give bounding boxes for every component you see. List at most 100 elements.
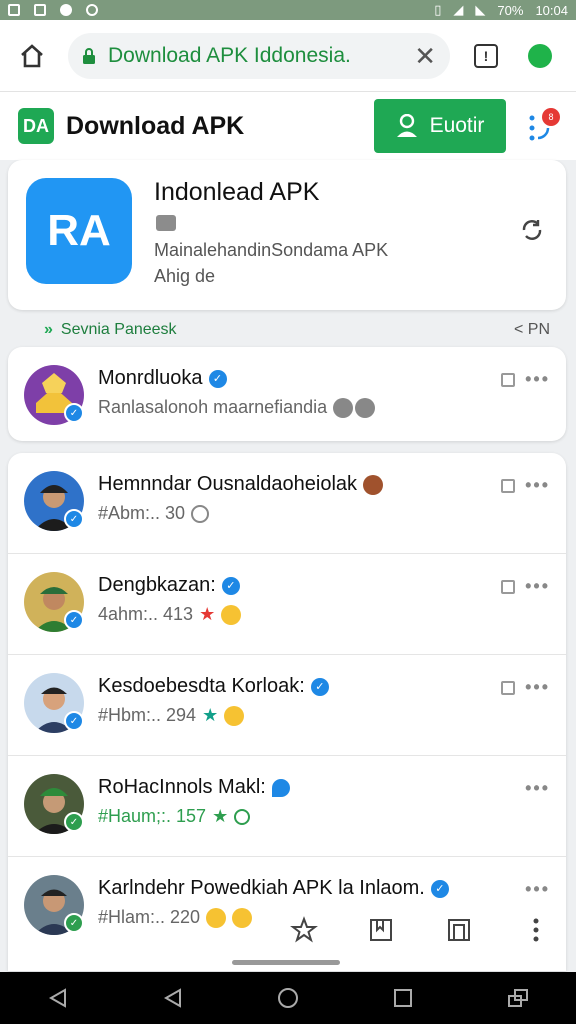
battery-level: 70% (497, 2, 524, 18)
section-title[interactable]: Sevnia Paneesk (61, 321, 177, 339)
item-meta-row: 4ahm:.. 413 ★ (98, 604, 242, 625)
profile-button[interactable] (528, 43, 552, 68)
item-meta-row: #Haum;:. 157 ★ (98, 806, 251, 827)
verified-icon: ✓ (430, 879, 449, 898)
notifications-button[interactable]: 8 (522, 106, 562, 146)
list-item-card[interactable]: ✓ Monrdluoka ✓ Ranlasalonoh maarnefiandi… (8, 347, 566, 441)
vibrate-icon: ▯ (434, 2, 442, 17)
list-item[interactable]: ✓ Dengbkazan: ✓ 4ahm:.. 413 ★ ••• (8, 554, 566, 655)
status-bar: ▯ ◢ ◣ 70% 10:04 (0, 0, 576, 20)
verified-badge-icon: ✓ (64, 610, 84, 630)
emoji-icon (206, 907, 227, 928)
item-name: Dengbkazan: (98, 574, 216, 596)
item-name: RoHacInnols Makl: (98, 776, 266, 798)
item-name-row: Dengbkazan: ✓ (98, 574, 240, 597)
verified-badge-icon: ✓ (64, 812, 84, 832)
tab-outline-icon[interactable] (445, 916, 473, 944)
app-icon (60, 4, 72, 16)
more-icon[interactable]: ••• (525, 778, 550, 799)
bookmark-icon[interactable] (501, 372, 516, 387)
more-icon[interactable]: ••• (525, 677, 550, 698)
item-name: Hemnndar Ousnaldaoheiolak (98, 473, 358, 495)
item-meta: 4ahm:.. 413 (98, 604, 194, 624)
home-button[interactable] (12, 36, 52, 76)
switch-app-icon[interactable] (505, 985, 531, 1011)
list-item[interactable]: ✓ RoHacInnols Makl: #Haum;:. 157 ★ ••• (8, 756, 566, 857)
overflow-menu-icon[interactable] (522, 916, 550, 944)
list-item[interactable]: ✓ Monrdluoka ✓ Ranlasalonoh maarnefiandi… (8, 347, 566, 441)
item-actions: ••• (501, 677, 550, 698)
star-icon: ★ (199, 604, 216, 624)
featured-app-icon: RA (26, 178, 132, 284)
item-meta-row: #Hlam:.. 220 (98, 907, 253, 928)
recents-icon[interactable] (390, 985, 416, 1011)
info-icon (191, 504, 210, 523)
item-meta: #Abm:.. 30 (98, 503, 186, 523)
drop-icon (271, 778, 290, 797)
featured-subtitle: Ahig de (154, 266, 216, 286)
verified-icon: ✓ (208, 369, 227, 388)
bottom-toolbar (270, 910, 570, 950)
login-label: Euotir (429, 114, 485, 137)
list-item[interactable]: ✓ Hemnndar Ousnaldaoheiolak #Abm:.. 30 •… (8, 453, 566, 554)
more-icon[interactable]: ••• (525, 879, 550, 900)
item-meta: #Hbm:.. 294 (98, 705, 197, 725)
app-header: DA Download APK Euotir 8 (0, 92, 576, 160)
item-name-row: Kesdoebesdta Korloak: ✓ (98, 675, 329, 698)
brand-logo[interactable]: DA (18, 108, 54, 144)
back-icon[interactable] (160, 985, 186, 1011)
item-actions: ••• (501, 475, 550, 496)
close-icon[interactable]: ✕ (414, 43, 436, 69)
home-nav-icon[interactable] (275, 985, 301, 1011)
item-meta-row: #Hbm:.. 294 ★ (98, 705, 245, 726)
tag-icon (156, 215, 176, 231)
browser-toolbar: Download APK Iddonesia. ✕ ! (0, 20, 576, 92)
verified-icon: ✓ (221, 576, 240, 595)
address-bar[interactable]: Download APK Iddonesia. ✕ (68, 32, 450, 79)
featured-app-card[interactable]: RA Indonlead APK MainalehandinSondama AP… (8, 160, 566, 310)
item-name: Karlndehr Powedkiah APK la Inlaom. (98, 877, 425, 899)
item-name-row: Karlndehr Powedkiah APK la Inlaom. ✓ (98, 877, 449, 900)
featured-title: Indonlead APK (154, 178, 320, 206)
url-text[interactable]: Download APK Iddonesia. (108, 44, 406, 68)
item-meta: #Haum;:. 157 (98, 806, 207, 826)
item-actions: ••• (501, 576, 550, 597)
star-icon: ★ (212, 806, 229, 826)
item-meta: Ranlasalonoh maarnefiandia (98, 397, 328, 417)
more-icon[interactable]: ••• (525, 475, 550, 496)
bookmark-icon[interactable] (501, 579, 516, 594)
more-icon[interactable]: ••• (525, 576, 550, 597)
page-title: Download APK (66, 111, 245, 140)
scroll-handle[interactable] (232, 960, 340, 965)
tabs-button[interactable]: ! (474, 43, 498, 68)
verified-badge-icon: ✓ (64, 509, 84, 529)
item-meta-row: #Abm:.. 30 (98, 503, 210, 524)
bookmark-icon[interactable] (501, 680, 516, 695)
system-nav-bar (0, 972, 576, 1024)
item-actions: ••• (501, 369, 550, 390)
verified-badge-icon: ✓ (64, 403, 84, 423)
item-name-row: Hemnndar Ousnaldaoheiolak (98, 473, 384, 496)
emoji-icon (333, 397, 354, 418)
bookmark-outline-icon[interactable] (367, 916, 395, 944)
refresh-icon[interactable] (520, 218, 544, 242)
item-actions: ••• (525, 778, 550, 799)
sync-icon (86, 4, 98, 16)
back-icon[interactable] (45, 985, 71, 1011)
star-outline-icon[interactable] (290, 916, 318, 944)
login-button[interactable]: Euotir (374, 99, 506, 153)
emoji-icon (224, 705, 245, 726)
item-meta-row: Ranlasalonoh maarnefiandia (98, 397, 376, 418)
notification-badge: 8 (542, 108, 560, 126)
item-name-row: Monrdluoka ✓ (98, 367, 227, 390)
emoji-icon (355, 397, 376, 418)
item-name: Kesdoebesdta Korloak: (98, 675, 305, 697)
item-meta: #Hlam:.. 220 (98, 907, 201, 927)
emoji-icon (221, 604, 242, 625)
section-link[interactable]: < PN (514, 321, 550, 339)
more-icon[interactable]: ••• (525, 369, 550, 390)
item-name: Monrdluoka (98, 367, 203, 389)
signal-icon: ◣ (475, 2, 486, 17)
bookmark-icon[interactable] (501, 478, 516, 493)
list-item[interactable]: ✓ Kesdoebesdta Korloak: ✓ #Hbm:.. 294 ★ … (8, 655, 566, 756)
